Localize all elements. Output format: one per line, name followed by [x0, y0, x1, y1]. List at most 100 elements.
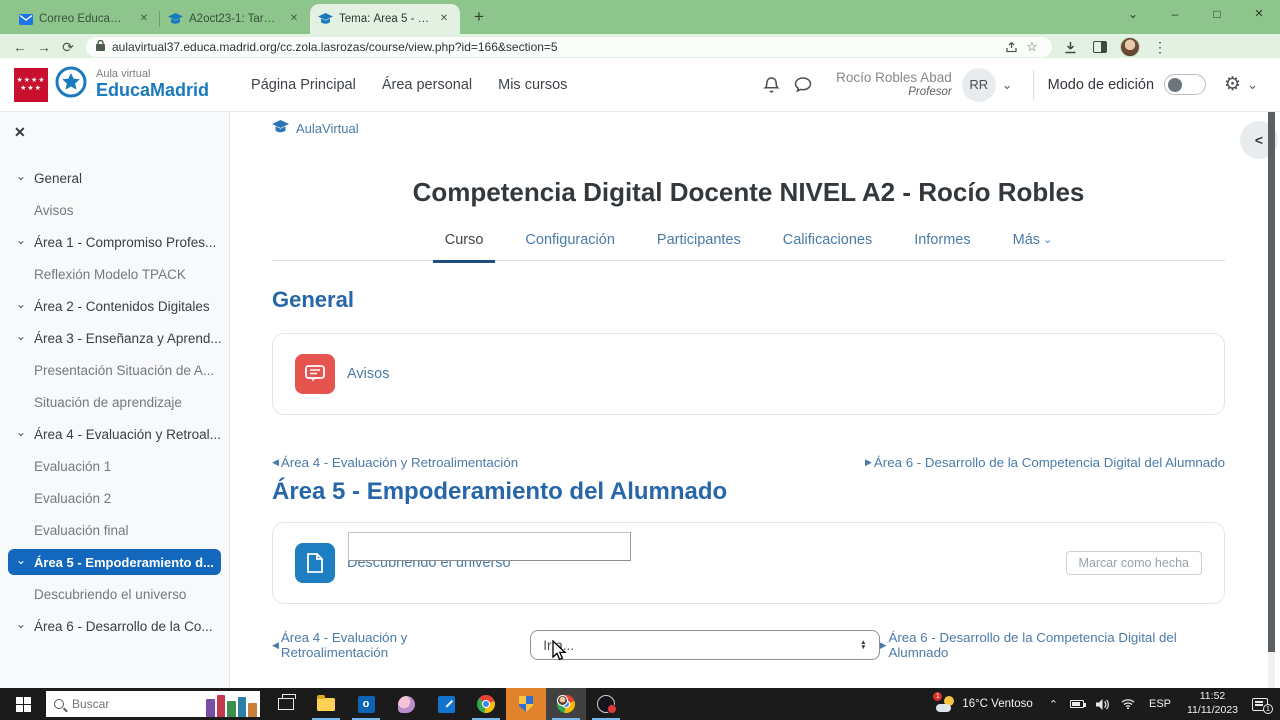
user-menu-chevron-icon[interactable]: ⌄ [1002, 77, 1013, 93]
browser-tab-current[interactable]: Tema: Área 5 - Empoderamiento ✕ [310, 4, 460, 34]
chevron-down-icon[interactable]: ⌄ [16, 553, 34, 567]
window-minimize-button[interactable]: – [1154, 0, 1196, 30]
chevron-down-icon[interactable]: ⌄ [16, 329, 34, 343]
sidebar-item-descubriendo[interactable]: Descubriendo el universo [0, 578, 229, 610]
uac-shield-icon[interactable] [506, 688, 546, 720]
nav-pagina-principal[interactable]: Página Principal [251, 77, 356, 93]
side-panel-icon[interactable] [1090, 37, 1110, 57]
gear-icon[interactable]: ⚙ [1224, 73, 1241, 96]
action-center-icon[interactable]: 1 [1252, 697, 1273, 714]
reload-button[interactable]: ⟳ [56, 36, 80, 58]
paint3d-icon[interactable] [386, 688, 426, 720]
next-section-link[interactable]: ▶ Área 6 - Desarrollo de la Competencia … [880, 630, 1225, 660]
nav-area-personal[interactable]: Área personal [382, 77, 472, 93]
tab-informes[interactable]: Informes [914, 232, 970, 248]
task-view-icon[interactable] [266, 688, 306, 720]
bookmark-star-icon[interactable]: ☆ [1022, 38, 1042, 56]
tab-participantes[interactable]: Participantes [657, 232, 741, 248]
start-button[interactable] [0, 688, 46, 720]
tab-curso[interactable]: Curso [432, 232, 496, 263]
sidebar-item-area4[interactable]: ⌄ Área 4 - Evaluación y Retroal... [0, 418, 229, 450]
wifi-icon[interactable] [1121, 699, 1135, 709]
chevron-down-icon[interactable]: ⌄ [16, 425, 34, 439]
scrollbar-thumb[interactable] [1268, 112, 1275, 652]
browser-profile-avatar[interactable] [1120, 37, 1140, 57]
messages-icon[interactable] [790, 72, 816, 98]
tab-title: Tema: Área 5 - Empoderamiento [339, 13, 430, 25]
browser-menu-icon[interactable]: ⋮ [1150, 37, 1170, 57]
user-avatar[interactable]: RR [961, 67, 996, 102]
address-bar[interactable]: ☆ [86, 37, 1052, 57]
sidebar-item-evaluacion-final[interactable]: Evaluación final [0, 514, 229, 546]
tray-expand-chevron-icon[interactable]: ⌃ [1049, 698, 1058, 711]
sidebar-item-area2[interactable]: ⌄ Área 2 - Contenidos Digitales [0, 290, 229, 322]
back-button[interactable]: ← [8, 36, 32, 58]
next-triangle-icon: ▶ [865, 457, 872, 467]
weather-text: 16°C Ventoso [962, 698, 1033, 710]
chevron-down-icon[interactable]: ⌄ [16, 297, 34, 311]
prev-section-link[interactable]: ◀ Área 4 - Evaluación y Retroalimentació… [272, 455, 518, 470]
language-indicator[interactable]: ESP [1149, 698, 1171, 710]
tab-calificaciones[interactable]: Calificaciones [783, 232, 872, 248]
new-tab-button[interactable]: + [466, 5, 492, 31]
avisos-link[interactable]: Avisos [347, 366, 389, 382]
download-icon[interactable] [1060, 37, 1080, 57]
window-close-button[interactable]: ✕ [1238, 0, 1280, 30]
chrome-icon[interactable] [466, 688, 506, 720]
tab-mas[interactable]: Más ⌄ [1013, 232, 1053, 248]
sidebar-item-evaluacion2[interactable]: Evaluación 2 [0, 482, 229, 514]
sidebar-item-area1[interactable]: ⌄ Área 1 - Compromiso Profes... [0, 226, 229, 258]
jump-to-select[interactable]: Ir a... ▲ ▼ [530, 630, 880, 660]
user-role: Profesor [908, 85, 952, 98]
sidebar-item-presentacion[interactable]: Presentación Situación de A... [0, 354, 229, 386]
notifications-bell-icon[interactable] [758, 72, 784, 98]
breadcrumb-link[interactable]: AulaVirtual [296, 121, 359, 136]
taskbar-search[interactable] [46, 691, 260, 717]
url-input[interactable] [112, 40, 1002, 54]
mark-as-done-button[interactable]: Marcar como hecha [1065, 551, 1202, 575]
browser-tab-mail[interactable]: Correo EducaMadrid :: Boletín E ✕ [10, 4, 160, 34]
tab-close-icon[interactable]: ✕ [286, 11, 302, 27]
sidebar-item-area3[interactable]: ⌄ Área 3 - Enseñanza y Aprend... [0, 322, 229, 354]
sidebar-item-area5-active[interactable]: ⌄ Área 5 - Empoderamiento d... [8, 549, 221, 575]
search-highlight-books-graphic [206, 691, 258, 717]
sidebar-item-reflexion-tpack[interactable]: Reflexión Modelo TPACK [0, 258, 229, 290]
file-explorer-icon[interactable] [306, 688, 346, 720]
edit-mode-toggle[interactable] [1164, 74, 1207, 95]
snipping-tool-icon[interactable] [426, 688, 466, 720]
weather-widget[interactable]: 1 16°C Ventoso [933, 692, 1033, 712]
sidebar-item-general[interactable]: ⌄ General [0, 162, 229, 194]
next-section-link[interactable]: ▶ Área 6 - Desarrollo de la Competencia … [865, 455, 1225, 470]
speaker-icon[interactable] [1095, 698, 1109, 710]
tab-search-chevron-icon[interactable]: ⌄ [1112, 0, 1154, 30]
tab-close-icon[interactable]: ✕ [136, 11, 152, 27]
chevron-down-icon[interactable]: ⌄ [16, 169, 34, 183]
prev-section-link[interactable]: ◀ Área 4 - Evaluación y Retroalimentació… [272, 630, 508, 660]
sidebar-item-evaluacion1[interactable]: Evaluación 1 [0, 450, 229, 482]
tab-close-icon[interactable]: ✕ [436, 11, 452, 27]
sidebar-item-avisos[interactable]: Avisos [0, 194, 229, 226]
gear-menu-chevron-icon[interactable]: ⌄ [1247, 77, 1258, 93]
tab-configuracion[interactable]: Configuración [525, 232, 614, 248]
outlook-icon[interactable]: o [346, 688, 386, 720]
sidebar-item-area6[interactable]: ⌄ Área 6 - Desarrollo de la Co... [0, 610, 229, 642]
taskbar-clock[interactable]: 11:52 11/11/2023 [1187, 690, 1238, 717]
browser-tab-task[interactable]: A2oct23-1: Tarea práctica 6 - N ✕ [159, 4, 310, 34]
window-maximize-button[interactable]: □ [1196, 0, 1238, 30]
chevron-down-icon[interactable]: ⌄ [16, 233, 34, 247]
prev-triangle-icon: ◀ [272, 457, 279, 467]
share-icon[interactable] [1002, 38, 1022, 56]
page-scrollbar[interactable] [1268, 112, 1275, 688]
sidebar-item-situacion[interactable]: Situación de aprendizaje [0, 386, 229, 418]
mouse-cursor [552, 639, 568, 667]
forward-button[interactable]: → [32, 36, 56, 58]
obs-icon[interactable] [586, 688, 626, 720]
battery-icon[interactable] [1069, 700, 1086, 708]
breadcrumb[interactable]: AulaVirtual [272, 120, 1225, 137]
site-brand[interactable]: Aula virtual EducaMadrid [96, 69, 209, 99]
chevron-down-icon[interactable]: ⌄ [16, 617, 34, 631]
prev-triangle-icon: ◀ [272, 639, 279, 650]
chrome-profile-icon[interactable] [546, 688, 586, 720]
nav-mis-cursos[interactable]: Mis cursos [498, 77, 567, 93]
sidebar-close-icon[interactable]: ✕ [14, 124, 26, 141]
